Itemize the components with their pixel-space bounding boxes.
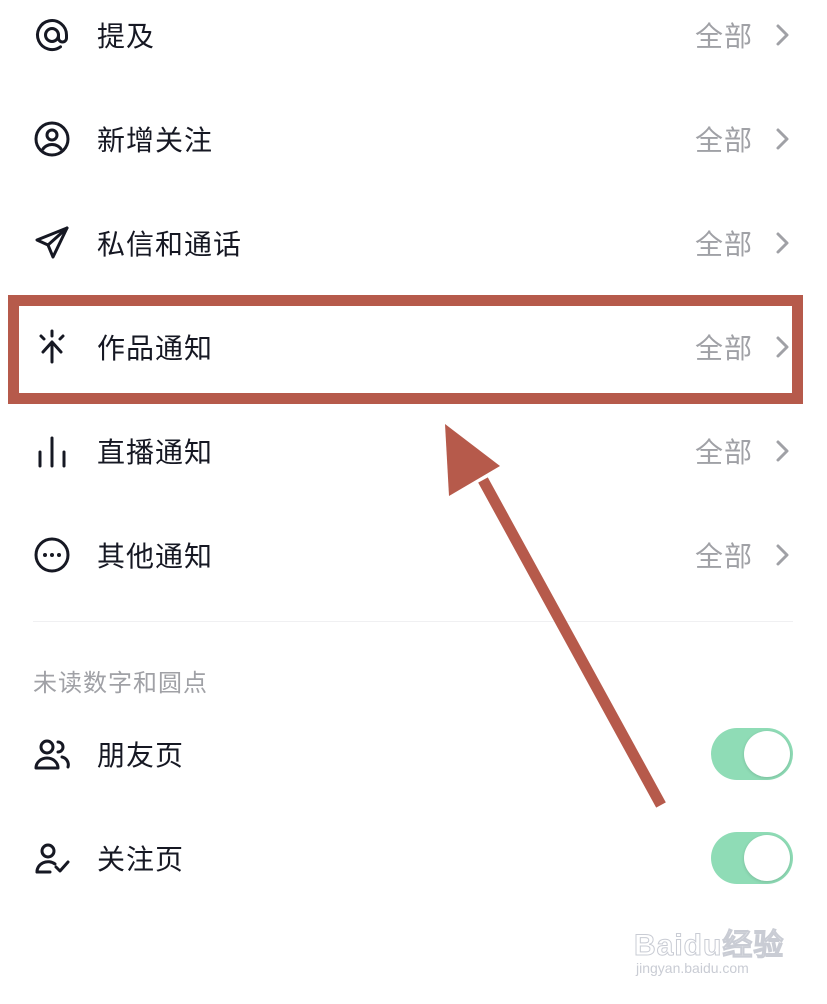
toggle-knob bbox=[744, 835, 790, 881]
watermark-logo: Baidu经验 jingyan.baidu.com bbox=[632, 914, 802, 984]
setting-row-label: 私信和通话 bbox=[97, 228, 243, 261]
setting-row-label: 其他通知 bbox=[97, 540, 214, 573]
chevron-right-icon bbox=[776, 440, 789, 462]
setting-row-value: 全部 bbox=[694, 124, 753, 157]
setting-row-live-notifications[interactable]: 直播通知 全部 bbox=[0, 399, 827, 503]
at-icon bbox=[36, 19, 68, 52]
unread-section-title: 未读数字和圆点 bbox=[33, 669, 208, 697]
chevron-right-icon bbox=[776, 232, 789, 254]
setting-row-mentions[interactable]: 提及 全部 bbox=[0, 0, 827, 87]
setting-row-value: 全部 bbox=[694, 436, 753, 469]
toggle-knob bbox=[744, 731, 790, 777]
chevron-right-icon bbox=[776, 128, 789, 150]
toggle-row-following-page: 关注页 bbox=[0, 806, 827, 910]
setting-row-value: 全部 bbox=[694, 540, 753, 573]
watermark-brand: Baidu经验 bbox=[633, 929, 785, 963]
watermark-url: jingyan.baidu.com bbox=[636, 960, 749, 976]
setting-row-label: 直播通知 bbox=[97, 436, 214, 469]
chevron-right-icon bbox=[776, 544, 789, 566]
setting-row-label: 提及 bbox=[97, 20, 156, 53]
setting-row-messages-calls[interactable]: 私信和通话 全部 bbox=[0, 191, 827, 295]
toggle-row-label: 关注页 bbox=[97, 843, 185, 876]
setting-row-label: 新增关注 bbox=[97, 124, 214, 157]
friends-icon bbox=[34, 739, 70, 770]
user-circle-icon bbox=[34, 121, 70, 157]
toggle-row-label: 朋友页 bbox=[97, 739, 185, 772]
section-divider bbox=[33, 621, 793, 622]
setting-row-new-followers[interactable]: 新增关注 全部 bbox=[0, 87, 827, 191]
follow-check-icon bbox=[35, 843, 70, 874]
more-circle-icon bbox=[34, 537, 70, 573]
following-page-toggle[interactable] bbox=[711, 832, 793, 884]
send-icon bbox=[35, 226, 69, 259]
highlight-box bbox=[8, 295, 803, 404]
toggle-row-friends-page: 朋友页 bbox=[0, 702, 827, 806]
bars-icon bbox=[38, 436, 66, 468]
friends-page-toggle[interactable] bbox=[711, 728, 793, 780]
chevron-right-icon bbox=[776, 24, 789, 46]
setting-row-value: 全部 bbox=[694, 228, 753, 261]
setting-row-other-notifications[interactable]: 其他通知 全部 bbox=[0, 503, 827, 607]
setting-row-value: 全部 bbox=[694, 20, 753, 53]
